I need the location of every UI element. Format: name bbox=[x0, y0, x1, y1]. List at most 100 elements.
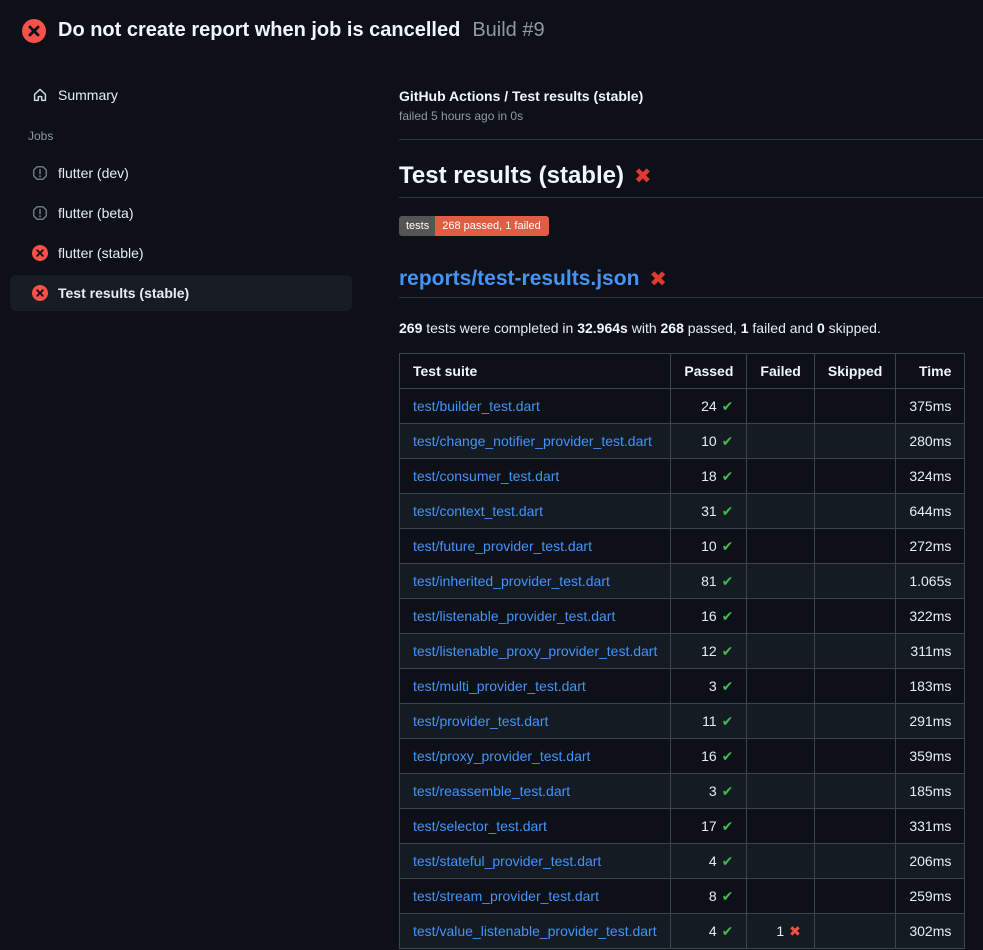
stopped-icon bbox=[32, 165, 48, 181]
test-suite-link[interactable]: test/consumer_test.dart bbox=[413, 468, 559, 484]
skipped-cell bbox=[814, 739, 895, 774]
test-suite-link[interactable]: test/future_provider_test.dart bbox=[413, 538, 592, 554]
x-circle-icon bbox=[22, 19, 46, 43]
col-time: Time bbox=[896, 354, 965, 389]
x-circle-icon bbox=[32, 285, 48, 301]
x-circle-icon bbox=[32, 245, 48, 261]
test-suite-link[interactable]: test/stream_provider_test.dart bbox=[413, 888, 599, 904]
check-icon: ✔ bbox=[722, 678, 734, 694]
sidebar-item-label: Summary bbox=[58, 87, 118, 103]
skipped-cell bbox=[814, 389, 895, 424]
table-row: test/provider_test.dart 11✔ 291ms bbox=[400, 704, 965, 739]
time-cell: 259ms bbox=[896, 879, 965, 914]
table-row: test/builder_test.dart 24✔ 375ms bbox=[400, 389, 965, 424]
table-row: test/stream_provider_test.dart 8✔ 259ms bbox=[400, 879, 965, 914]
time-cell: 1.065s bbox=[896, 564, 965, 599]
check-icon: ✔ bbox=[722, 818, 734, 834]
test-suite-link[interactable]: test/stateful_provider_test.dart bbox=[413, 853, 601, 869]
table-row: test/consumer_test.dart 18✔ 324ms bbox=[400, 459, 965, 494]
time-cell: 375ms bbox=[896, 389, 965, 424]
sidebar-item-summary[interactable]: Summary bbox=[10, 77, 352, 113]
table-row: test/inherited_provider_test.dart 81✔ 1.… bbox=[400, 564, 965, 599]
time-cell: 644ms bbox=[896, 494, 965, 529]
build-number: Build #9 bbox=[472, 19, 544, 42]
skipped-cell bbox=[814, 529, 895, 564]
check-icon: ✔ bbox=[722, 433, 734, 449]
skipped-cell bbox=[814, 564, 895, 599]
table-row: test/reassemble_test.dart 3✔ 185ms bbox=[400, 774, 965, 809]
sidebar: Summary Jobs flutter (dev) flutter (beta… bbox=[0, 56, 399, 315]
time-cell: 311ms bbox=[896, 634, 965, 669]
skipped-cell bbox=[814, 494, 895, 529]
sidebar-item-flutter-beta[interactable]: flutter (beta) bbox=[10, 195, 352, 231]
sidebar-item-label: flutter (dev) bbox=[58, 165, 129, 181]
tests-badge: tests 268 passed, 1 failed bbox=[399, 216, 549, 236]
col-passed: Passed bbox=[671, 354, 747, 389]
table-row: test/value_listenable_provider_test.dart… bbox=[400, 914, 965, 949]
test-suite-link[interactable]: test/listenable_provider_test.dart bbox=[413, 608, 615, 624]
skipped-cell bbox=[814, 669, 895, 704]
sidebar-item-flutter-stable[interactable]: flutter (stable) bbox=[10, 235, 352, 271]
check-icon: ✔ bbox=[722, 783, 734, 799]
cross-mark-icon: ✖ bbox=[634, 166, 652, 187]
home-icon bbox=[32, 87, 48, 103]
table-row: test/listenable_provider_test.dart 16✔ 3… bbox=[400, 599, 965, 634]
check-title: GitHub Actions / Test results (stable) bbox=[399, 88, 983, 104]
test-suite-link[interactable]: test/value_listenable_provider_test.dart bbox=[413, 923, 657, 939]
report-heading: reports/test-results.json ✖ bbox=[399, 267, 983, 298]
check-icon: ✔ bbox=[722, 923, 734, 939]
check-run-header: Do not create report when job is cancell… bbox=[0, 0, 983, 56]
check-icon: ✔ bbox=[722, 468, 734, 484]
sidebar-item-test-results-stable[interactable]: Test results (stable) bbox=[10, 275, 352, 311]
col-test-suite: Test suite bbox=[400, 354, 671, 389]
time-cell: 359ms bbox=[896, 739, 965, 774]
table-row: test/stateful_provider_test.dart 4✔ 206m… bbox=[400, 844, 965, 879]
time-cell: 324ms bbox=[896, 459, 965, 494]
test-suite-link[interactable]: test/provider_test.dart bbox=[413, 713, 548, 729]
test-suite-link[interactable]: test/proxy_provider_test.dart bbox=[413, 748, 590, 764]
check-icon: ✔ bbox=[722, 398, 734, 414]
test-results-table: Test suite Passed Failed Skipped Time te… bbox=[399, 353, 965, 949]
test-suite-link[interactable]: test/reassemble_test.dart bbox=[413, 783, 570, 799]
badge-label: tests bbox=[399, 216, 435, 236]
table-row: test/context_test.dart 31✔ 644ms bbox=[400, 494, 965, 529]
check-status-text: failed 5 hours ago in 0s bbox=[399, 109, 983, 123]
check-icon: ✔ bbox=[722, 573, 734, 589]
page-title: Do not create report when job is cancell… bbox=[58, 19, 460, 42]
time-cell: 322ms bbox=[896, 599, 965, 634]
sidebar-item-label: flutter (stable) bbox=[58, 245, 144, 261]
skipped-cell bbox=[814, 634, 895, 669]
table-row: test/selector_test.dart 17✔ 331ms bbox=[400, 809, 965, 844]
report-file-link[interactable]: reports/test-results.json bbox=[399, 267, 639, 291]
time-cell: 331ms bbox=[896, 809, 965, 844]
table-row: test/multi_provider_test.dart 3✔ 183ms bbox=[400, 669, 965, 704]
sidebar-item-flutter-dev[interactable]: flutter (dev) bbox=[10, 155, 352, 191]
table-row: test/proxy_provider_test.dart 16✔ 359ms bbox=[400, 739, 965, 774]
test-suite-link[interactable]: test/builder_test.dart bbox=[413, 398, 540, 414]
skipped-cell bbox=[814, 879, 895, 914]
test-suite-link[interactable]: test/inherited_provider_test.dart bbox=[413, 573, 610, 589]
table-row: test/change_notifier_provider_test.dart … bbox=[400, 424, 965, 459]
skipped-cell bbox=[814, 844, 895, 879]
test-suite-link[interactable]: test/multi_provider_test.dart bbox=[413, 678, 586, 694]
stopped-icon bbox=[32, 205, 48, 221]
badge-value: 268 passed, 1 failed bbox=[435, 216, 548, 236]
check-icon: ✔ bbox=[722, 643, 734, 659]
cross-mark-icon: ✖ bbox=[649, 269, 667, 290]
tests-summary-text: 269 tests were completed in 32.964s with… bbox=[399, 320, 983, 336]
test-suite-link[interactable]: test/context_test.dart bbox=[413, 503, 543, 519]
test-suite-link[interactable]: test/change_notifier_provider_test.dart bbox=[413, 433, 652, 449]
check-icon: ✔ bbox=[722, 538, 734, 554]
sidebar-item-label: flutter (beta) bbox=[58, 205, 133, 221]
test-suite-link[interactable]: test/listenable_proxy_provider_test.dart bbox=[413, 643, 657, 659]
check-icon: ✔ bbox=[722, 608, 734, 624]
table-row: test/future_provider_test.dart 10✔ 272ms bbox=[400, 529, 965, 564]
time-cell: 291ms bbox=[896, 704, 965, 739]
cross-icon: ✖ bbox=[789, 923, 801, 939]
jobs-section-label: Jobs bbox=[10, 129, 399, 143]
table-header-row: Test suite Passed Failed Skipped Time bbox=[400, 354, 965, 389]
time-cell: 185ms bbox=[896, 774, 965, 809]
test-suite-link[interactable]: test/selector_test.dart bbox=[413, 818, 547, 834]
col-skipped: Skipped bbox=[814, 354, 895, 389]
time-cell: 280ms bbox=[896, 424, 965, 459]
